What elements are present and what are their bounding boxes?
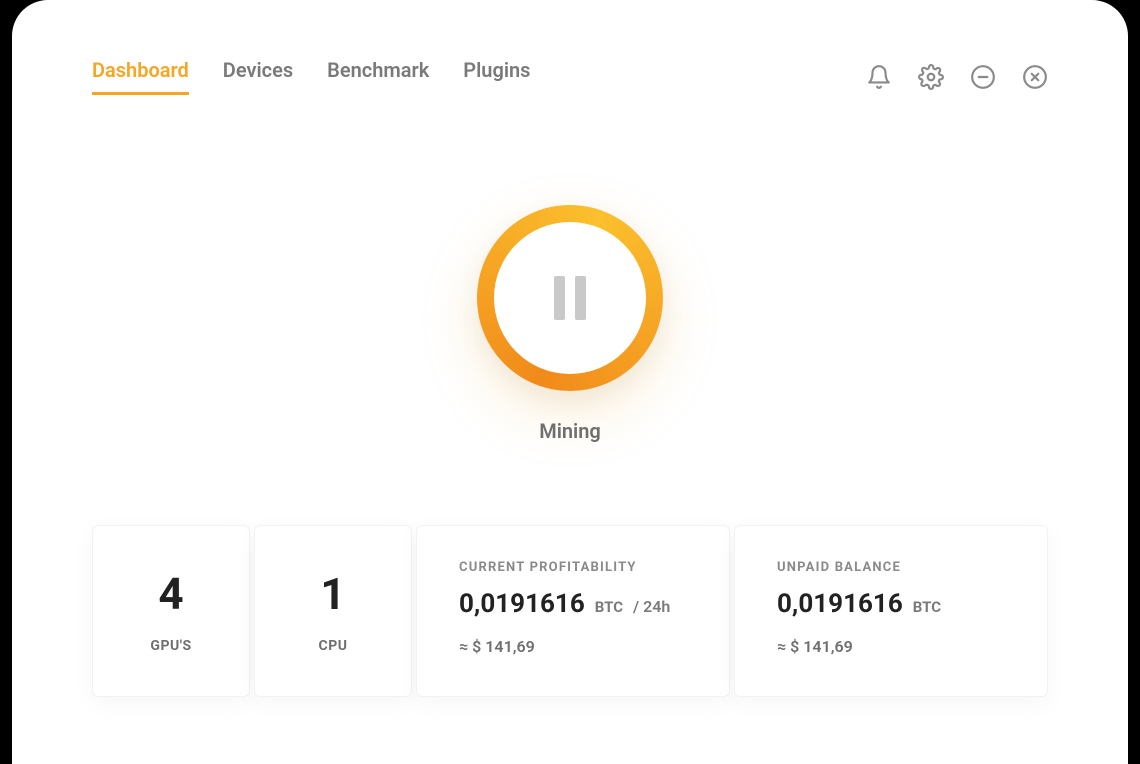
profitability-label: CURRENT PROFITABILITY bbox=[459, 560, 687, 575]
profitability-value: 0,0191616 bbox=[459, 589, 585, 619]
profitability-period: / 24h bbox=[633, 597, 670, 616]
cpu-count: 1 bbox=[320, 568, 345, 620]
balance-unit: BTC bbox=[913, 598, 941, 616]
cpu-label: CPU bbox=[319, 638, 348, 654]
balance-value: 0,0191616 bbox=[777, 589, 903, 619]
minimize-icon[interactable] bbox=[970, 64, 996, 90]
close-icon[interactable] bbox=[1022, 64, 1048, 90]
stats-row: 4 GPU'S 1 CPU CURRENT PROFITABILITY 0,01… bbox=[92, 525, 1048, 697]
header-actions bbox=[866, 64, 1048, 90]
tab-plugins[interactable]: Plugins bbox=[463, 58, 530, 95]
gpus-count: 4 bbox=[158, 568, 183, 620]
tab-devices[interactable]: Devices bbox=[223, 58, 293, 95]
card-profitability: CURRENT PROFITABILITY 0,0191616 BTC / 24… bbox=[416, 525, 730, 697]
profitability-unit: BTC bbox=[595, 598, 623, 616]
header: Dashboard Devices Benchmark Plugins bbox=[92, 58, 1048, 95]
pause-icon bbox=[494, 222, 646, 374]
mining-status-label: Mining bbox=[539, 419, 601, 443]
tab-benchmark[interactable]: Benchmark bbox=[327, 58, 429, 95]
gear-icon[interactable] bbox=[918, 64, 944, 90]
tab-bar: Dashboard Devices Benchmark Plugins bbox=[92, 58, 530, 95]
mining-section: Mining bbox=[92, 205, 1048, 443]
profitability-approx: ≈ $ 141,69 bbox=[459, 637, 687, 656]
card-cpu: 1 CPU bbox=[254, 525, 412, 697]
mining-toggle-button[interactable] bbox=[477, 205, 663, 391]
app-window: Dashboard Devices Benchmark Plugins bbox=[12, 0, 1128, 764]
card-gpus: 4 GPU'S bbox=[92, 525, 250, 697]
gpus-label: GPU'S bbox=[150, 638, 191, 654]
balance-label: UNPAID BALANCE bbox=[777, 560, 1005, 575]
card-balance: UNPAID BALANCE 0,0191616 BTC ≈ $ 141,69 bbox=[734, 525, 1048, 697]
balance-approx: ≈ $ 141,69 bbox=[777, 637, 1005, 656]
tab-dashboard[interactable]: Dashboard bbox=[92, 58, 189, 95]
bell-icon[interactable] bbox=[866, 64, 892, 90]
